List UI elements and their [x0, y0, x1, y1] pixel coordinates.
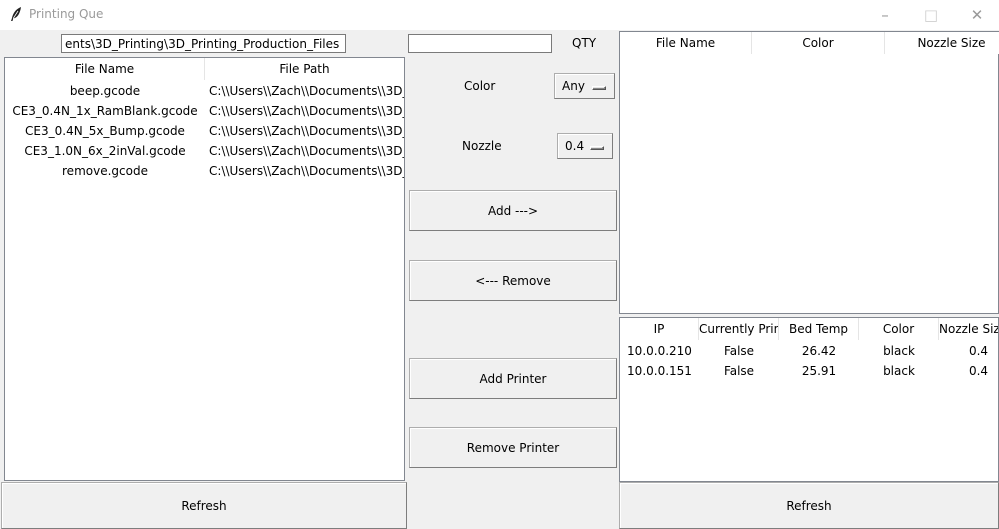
nozzle-select-value: 0.4: [565, 139, 585, 153]
refresh-files-button[interactable]: Refresh: [1, 482, 407, 529]
file-path-cell: C:\\Users\\Zach\\Documents\\3D_P: [209, 144, 404, 158]
nozzle-size-cell: 0.4: [968, 364, 989, 378]
column-header-color[interactable]: Color: [859, 318, 939, 340]
currently-printing-cell: False: [723, 344, 755, 358]
column-header-nozzle-size[interactable]: Nozzle Siz: [939, 318, 998, 340]
table-row[interactable]: 10.0.0.151 False 25.91 black 0.4: [620, 361, 998, 381]
remove-from-queue-button[interactable]: <--- Remove: [409, 260, 617, 301]
maximize-button[interactable]: □: [908, 0, 954, 30]
column-header-color[interactable]: Color: [752, 32, 885, 54]
add-printer-button[interactable]: Add Printer: [409, 358, 617, 399]
close-icon: ✕: [970, 6, 984, 24]
remove-printer-button[interactable]: Remove Printer: [409, 427, 617, 468]
minimize-button[interactable]: –: [862, 0, 908, 30]
column-header-currently-printing[interactable]: Currently Prin: [699, 318, 779, 340]
file-name-cell: remove.gcode: [62, 164, 148, 178]
color-select[interactable]: Any: [554, 73, 615, 99]
file-name-cell: beep.gcode: [69, 84, 141, 98]
column-header-bed-temp[interactable]: Bed Temp: [779, 318, 859, 340]
color-select-value: Any: [562, 79, 585, 93]
color-cell: black: [883, 364, 915, 378]
printers-table[interactable]: IP Currently Prin Bed Temp Color Nozzle …: [619, 317, 999, 482]
file-list-table[interactable]: File Name File Path beep.gcode C:\\Users\…: [4, 57, 405, 481]
table-row[interactable]: CE3_0.4N_5x_Bump.gcode C:\\Users\\Zach\\D…: [5, 121, 404, 141]
ip-cell: 10.0.0.151: [627, 364, 692, 378]
file-name-cell: CE3_0.4N_5x_Bump.gcode: [25, 124, 185, 138]
minimize-icon: –: [881, 6, 889, 24]
qty-label: QTY: [572, 36, 597, 50]
dropdown-indicator-icon: [590, 146, 604, 150]
column-header-file-path[interactable]: File Path: [205, 58, 404, 80]
file-path-cell: C:\\Users\\Zach\\Documents\\3D_P: [209, 104, 404, 118]
table-row[interactable]: CE3_1.0N_6x_2inVal.gcode C:\\Users\\Zach\…: [5, 141, 404, 161]
window-title: Printing Que: [29, 7, 104, 21]
file-name-cell: CE3_1.0N_6x_2inVal.gcode: [24, 144, 186, 158]
file-path-cell: C:\\Users\\Zach\\Documents\\3D_P: [209, 124, 404, 138]
maximize-icon: □: [923, 6, 939, 24]
file-name-cell: CE3_0.4N_1x_RamBlank.gcode: [12, 104, 198, 118]
title-bar: Printing Que – □ ✕: [0, 0, 999, 30]
bed-temp-cell: 26.42: [801, 344, 837, 358]
table-row[interactable]: beep.gcode C:\\Users\\Zach\\Documents\\3D…: [5, 81, 404, 101]
nozzle-size-cell: 0.4: [968, 344, 989, 358]
column-header-file-name[interactable]: File Name: [620, 32, 752, 54]
column-header-file-name[interactable]: File Name: [5, 58, 205, 80]
table-row[interactable]: CE3_0.4N_1x_RamBlank.gcode C:\\Users\\Zac…: [5, 101, 404, 121]
currently-printing-cell: False: [723, 364, 755, 378]
file-path-cell: C:\\Users\\Zach\\Documents\\3D_P: [209, 84, 404, 98]
column-header-ip[interactable]: IP: [620, 318, 699, 340]
file-path-cell: C:\\Users\\Zach\\Documents\\3D_P: [209, 164, 404, 178]
print-queue-table[interactable]: File Name Color Nozzle Size: [619, 31, 999, 314]
nozzle-select[interactable]: 0.4: [557, 133, 613, 159]
ip-cell: 10.0.0.210: [627, 344, 692, 358]
add-to-queue-button[interactable]: Add --->: [409, 190, 617, 231]
nozzle-label: Nozzle: [462, 139, 502, 153]
close-button[interactable]: ✕: [954, 0, 999, 30]
folder-path-input[interactable]: [62, 35, 345, 52]
refresh-printers-button[interactable]: Refresh: [619, 482, 999, 529]
table-row[interactable]: remove.gcode C:\\Users\\Zach\\Documents\\…: [5, 161, 404, 181]
color-cell: black: [883, 344, 915, 358]
column-header-nozzle-size[interactable]: Nozzle Size: [885, 32, 999, 54]
color-label: Color: [464, 79, 496, 93]
table-row[interactable]: 10.0.0.210 False 26.42 black 0.4: [620, 341, 998, 361]
qty-input[interactable]: [409, 35, 551, 52]
dropdown-indicator-icon: [592, 86, 606, 90]
feather-icon: [11, 7, 21, 21]
bed-temp-cell: 25.91: [801, 364, 837, 378]
qty-field[interactable]: [408, 34, 552, 53]
folder-path-field[interactable]: [61, 34, 346, 53]
